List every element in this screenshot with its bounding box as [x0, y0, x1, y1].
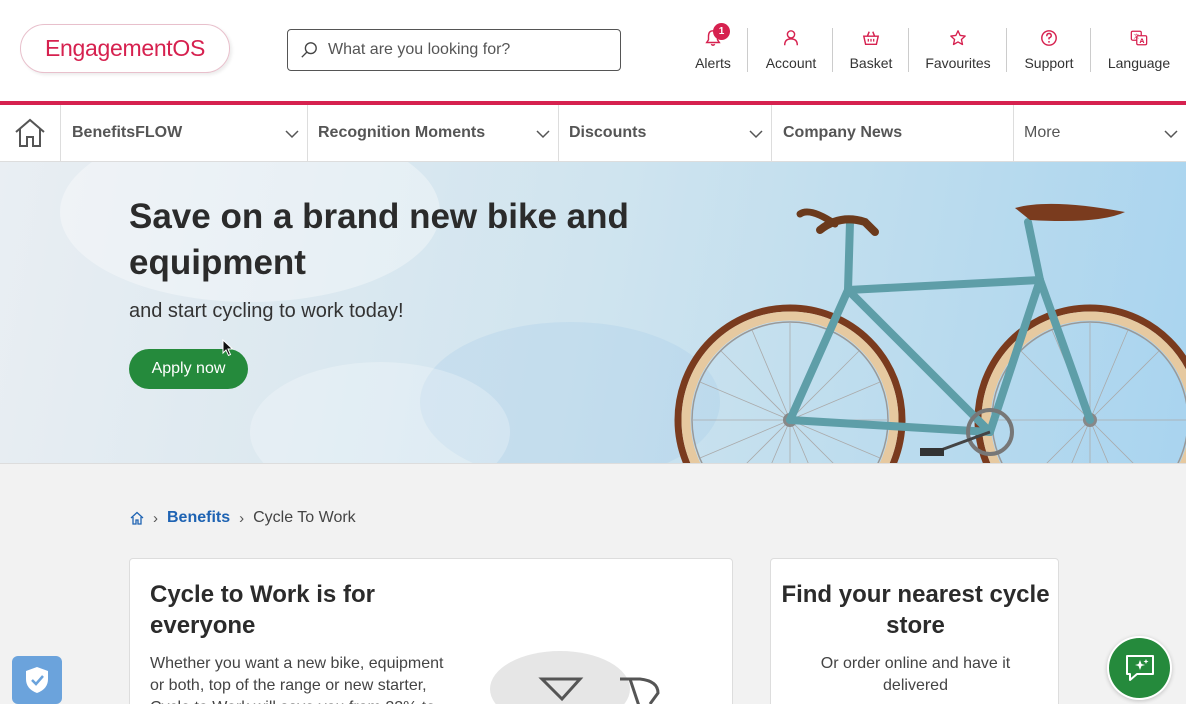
favourites-button[interactable]: Favourites — [922, 26, 994, 76]
privacy-button[interactable] — [12, 656, 62, 704]
basket-button[interactable]: Basket — [846, 26, 896, 76]
help-icon — [1041, 30, 1057, 46]
breadcrumb: › Benefits › Cycle To Work — [130, 508, 356, 528]
home-icon — [15, 118, 45, 147]
alerts-badge: 1 — [713, 23, 730, 40]
account-label: Account — [765, 55, 817, 71]
logo[interactable]: EngagementOS — [20, 24, 230, 73]
bike-illustration — [490, 651, 660, 704]
breadcrumb-separator: › — [153, 509, 158, 527]
breadcrumb-separator: › — [239, 509, 245, 527]
language-label: Language — [1107, 55, 1171, 71]
bike-image — [674, 203, 1186, 463]
nav-item-discounts[interactable]: Discounts — [559, 105, 772, 161]
logo-text: EngagementOS — [44, 35, 206, 61]
chat-sparkle-icon — [1125, 655, 1154, 681]
chevron-down-icon — [1164, 130, 1178, 139]
support-button[interactable]: Support — [1020, 26, 1078, 76]
favourites-label: Favourites — [925, 55, 991, 71]
nav-item-label: Company News — [783, 124, 903, 141]
card-body: Whether you want a new bike, equipment o… — [150, 655, 444, 704]
star-icon — [950, 30, 966, 46]
hero-banner: Save on a brand new bike and equipment a… — [0, 162, 1186, 464]
main-nav: BenefitsFLOW Recognition Moments Discoun… — [0, 105, 1186, 162]
shield-check-icon — [26, 667, 48, 693]
account-button[interactable]: Account — [760, 26, 822, 76]
search-input[interactable] — [328, 41, 608, 59]
support-label: Support — [1024, 55, 1074, 71]
basket-icon — [862, 31, 880, 46]
svg-text:A: A — [1139, 38, 1144, 45]
nav-home[interactable] — [0, 105, 61, 161]
nav-item-label: Discounts — [569, 124, 647, 141]
find-store-card: Find your nearest cycle store Or order o… — [770, 558, 1059, 704]
basket-label: Basket — [849, 55, 893, 71]
chat-button[interactable] — [1107, 636, 1172, 700]
mouse-cursor-icon — [222, 339, 234, 357]
card-title: Find your nearest cycle store — [781, 581, 1050, 639]
home-icon[interactable] — [130, 511, 144, 525]
nav-item-more[interactable]: More — [1014, 105, 1186, 161]
nav-item-recognition-moments[interactable]: Recognition Moments — [308, 105, 559, 161]
nav-item-benefitsflow[interactable]: BenefitsFLOW — [61, 105, 308, 161]
alerts-button[interactable]: 1 Alerts — [690, 23, 736, 76]
hero-title: Save on a brand new bike and equipment — [129, 197, 629, 282]
nav-item-label: Recognition Moments — [318, 124, 486, 141]
hero-subtitle: and start cycling to work today! — [129, 300, 404, 322]
breadcrumb-link-benefits[interactable]: Benefits — [167, 509, 230, 527]
chevron-down-icon — [285, 130, 299, 139]
chevron-down-icon — [536, 130, 550, 139]
nav-item-company-news[interactable]: Company News — [772, 105, 1014, 161]
nav-item-label: More — [1024, 124, 1061, 141]
translate-icon: 文 A — [1130, 30, 1148, 46]
search-box[interactable] — [287, 29, 621, 71]
user-icon — [783, 30, 799, 46]
card-title: Cycle to Work is for everyone — [150, 581, 375, 639]
search-icon — [301, 42, 317, 58]
header: EngagementOS 1 Alerts Account — [0, 0, 1186, 101]
alerts-label: Alerts — [695, 55, 731, 71]
nav-item-label: BenefitsFLOW — [72, 124, 183, 141]
card-body: Or order online and have it delivered — [820, 655, 1011, 694]
chevron-down-icon — [749, 130, 763, 139]
breadcrumb-current: Cycle To Work — [253, 509, 356, 526]
cycle-to-work-card: Cycle to Work is for everyone Whether yo… — [129, 558, 733, 704]
language-button[interactable]: 文 A Language — [1104, 26, 1174, 76]
